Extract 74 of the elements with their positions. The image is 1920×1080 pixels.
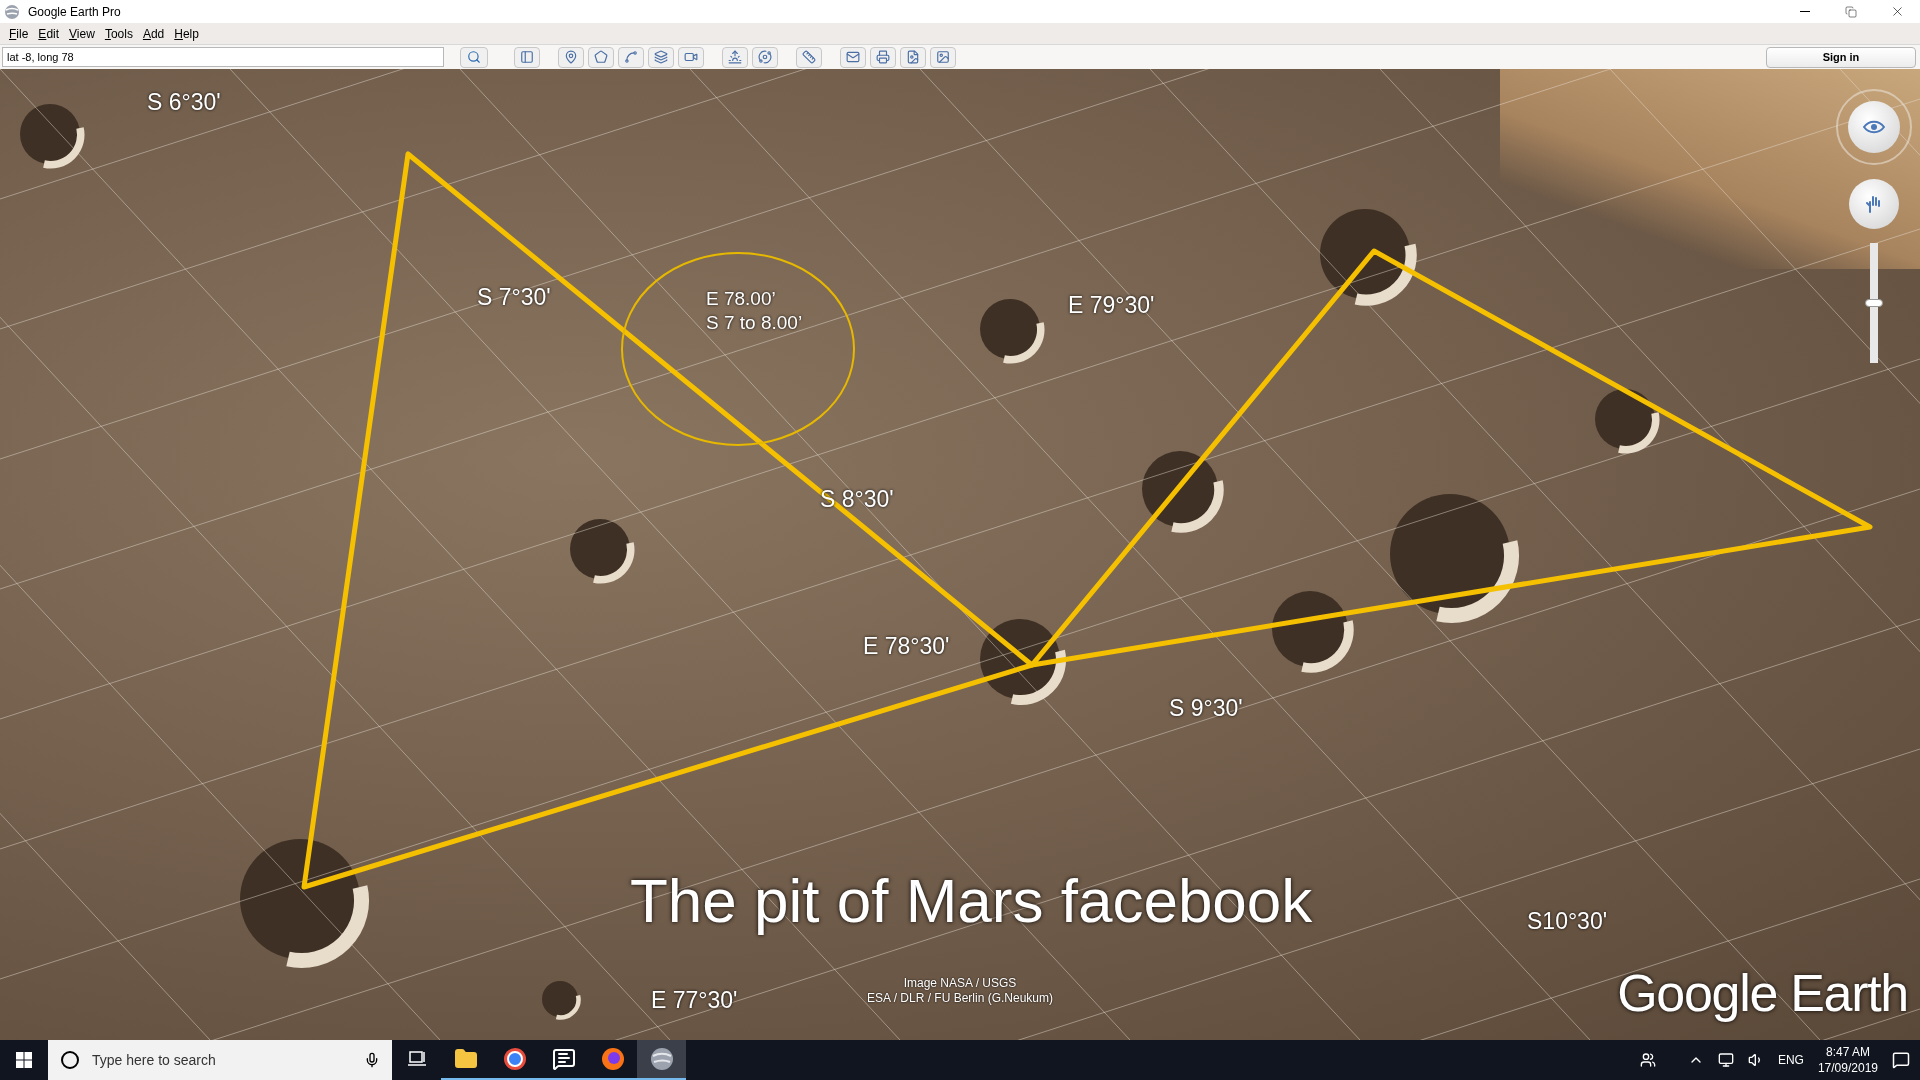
ruler-button[interactable]	[796, 46, 822, 68]
grid-label: E 77°30'	[651, 986, 738, 1015]
image-caption: The pit of Mars facebook	[630, 865, 1313, 937]
menu-item[interactable]: View	[64, 24, 100, 43]
grid-label: E 78°30'	[863, 632, 950, 661]
chat-icon	[551, 1047, 576, 1071]
placemark-button[interactable]	[558, 46, 584, 68]
window-title: Google Earth Pro	[28, 3, 121, 21]
clock[interactable]: 8:47 AM 17/09/2019	[1817, 1044, 1878, 1076]
restore-icon	[1845, 5, 1857, 18]
coordinate-label: E 78.00’	[706, 287, 777, 311]
sidebar-button[interactable]	[514, 46, 540, 68]
network-icon[interactable]	[1717, 1052, 1734, 1068]
microphone-icon	[364, 1052, 380, 1068]
menu-item[interactable]: Tools	[99, 24, 138, 43]
ruler-icon	[802, 50, 816, 64]
sunlight-button[interactable]	[722, 46, 748, 68]
overlay-button[interactable]	[648, 46, 674, 68]
planet-button[interactable]	[752, 46, 778, 68]
windows-start-icon[interactable]	[16, 1052, 32, 1068]
polygon-button[interactable]	[588, 46, 614, 68]
tour-button[interactable]	[678, 46, 704, 68]
app-logo-icon	[4, 3, 20, 20]
grid-label: S 6°30'	[147, 88, 221, 117]
save-image-button[interactable]	[900, 46, 926, 68]
search-button[interactable]	[460, 46, 488, 68]
notification-icon[interactable]	[1892, 1051, 1910, 1069]
taskbar-app-button[interactable]	[637, 1040, 686, 1080]
people-icon[interactable]	[1639, 1052, 1656, 1068]
print-button[interactable]	[870, 46, 896, 68]
browser-icon	[502, 1047, 527, 1071]
path-icon	[624, 50, 638, 64]
attribution-text: ESA / DLR / FU Berlin (G.Neukum)	[866, 991, 1053, 1006]
taskbar-search-field[interactable]: Type here to search	[48, 1040, 392, 1080]
menu-item[interactable]: Help	[169, 24, 204, 43]
planet-icon	[758, 50, 772, 64]
logo-text: Google Earth	[1617, 963, 1908, 1024]
menu-item[interactable]: Add	[137, 24, 170, 43]
sidebar-icon	[520, 50, 534, 64]
email-icon	[846, 50, 860, 64]
save-image-icon	[906, 50, 920, 64]
tour-icon	[684, 50, 698, 64]
task-view-icon	[406, 1050, 427, 1068]
grid-label: S10°30'	[1527, 907, 1608, 936]
grid-label: S 9°30'	[1169, 694, 1243, 723]
search-icon	[467, 50, 481, 64]
path-button[interactable]	[618, 46, 644, 68]
zoom-slider-thumb[interactable]	[1865, 299, 1883, 307]
folder-icon	[453, 1047, 478, 1071]
menu-item[interactable]: Edit	[33, 24, 65, 43]
grid-label: S 7°30'	[477, 283, 551, 312]
firefox-icon	[600, 1047, 625, 1071]
minimize-icon	[1800, 11, 1810, 12]
globe-icon	[649, 1047, 674, 1071]
move-control[interactable]	[1849, 179, 1899, 229]
grid-label: E 79°30'	[1068, 291, 1155, 320]
look-control[interactable]	[1836, 89, 1912, 165]
sunlight-icon	[728, 50, 742, 64]
eye-icon	[1863, 120, 1885, 134]
menu-item[interactable]: File	[4, 24, 34, 43]
email-button[interactable]	[840, 46, 866, 68]
image-button[interactable]	[930, 46, 956, 68]
polygon-icon	[594, 50, 608, 64]
image-icon	[936, 50, 950, 64]
print-icon	[876, 50, 890, 64]
attribution-text: Image NASA / USGS	[903, 976, 1017, 991]
language-indicator[interactable]: ENG	[1777, 1051, 1804, 1069]
placemark-icon	[564, 50, 578, 64]
circle-icon	[60, 1050, 80, 1070]
overlay-icon	[654, 50, 668, 64]
sign-in-button[interactable]: Sign in	[1766, 46, 1916, 68]
search-field[interactable]: lat -8, long 78	[2, 47, 444, 67]
coordinate-label: S 7 to 8.00’	[706, 311, 803, 335]
hand-icon	[1866, 195, 1882, 213]
